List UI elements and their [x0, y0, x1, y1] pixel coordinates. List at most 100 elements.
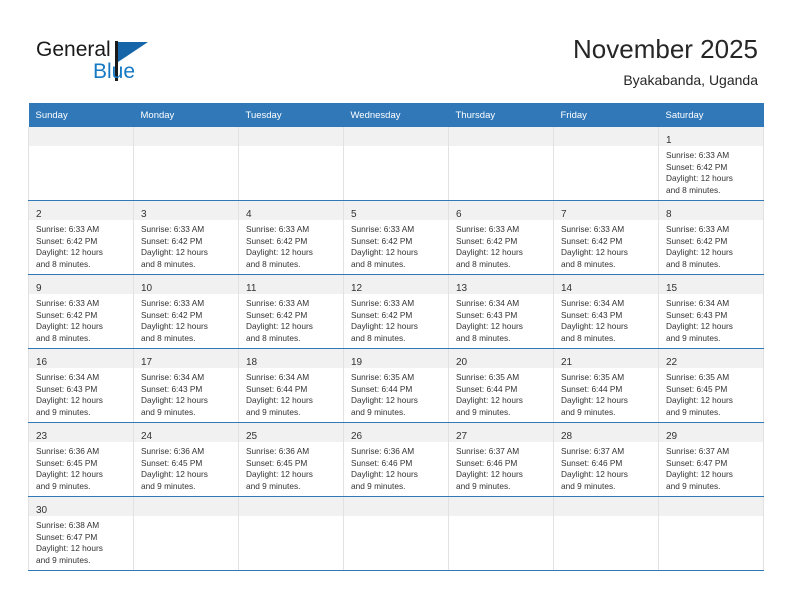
calendar-day-cell[interactable]: 20 Sunrise: 6:35 AM Sunset: 6:44 PM Dayligh…: [448, 348, 554, 423]
sunrise-text: Sunrise: 6:36 AM: [36, 446, 100, 456]
day-number: 23: [36, 431, 48, 442]
daylight-text-line2: and 9 minutes.: [351, 406, 406, 417]
calendar-day-cell[interactable]: 10 Sunrise: 6:33 AM Sunset: 6:42 PM Dayligh…: [133, 274, 239, 349]
calendar-day-cell[interactable]: 23 Sunrise: 6:36 AM Sunset: 6:45 PM Dayligh…: [28, 422, 134, 497]
day-details: Sunrise: 6:33 AM Sunset: 6:42 PM Daylight:…: [344, 220, 448, 270]
calendar-day-cell[interactable]: 9 Sunrise: 6:33 AM Sunset: 6:42 PM Daylight…: [28, 274, 134, 349]
day-cell-inner: 11 Sunrise: 6:33 AM Sunset: 6:42 PM Dayligh…: [239, 275, 343, 348]
calendar-cell-empty: [133, 496, 239, 571]
day-details: Sunrise: 6:35 AM Sunset: 6:44 PM Daylight:…: [554, 368, 658, 418]
weekday-label: Sunday: [35, 109, 68, 121]
calendar-cell-empty: [238, 496, 344, 571]
sunrise-text: Sunrise: 6:33 AM: [351, 224, 415, 234]
calendar-day-cell[interactable]: 28 Sunrise: 6:37 AM Sunset: 6:46 PM Dayligh…: [553, 422, 659, 497]
empty-date-band: [554, 127, 658, 146]
calendar-day-cell[interactable]: 13 Sunrise: 6:34 AM Sunset: 6:43 PM Dayligh…: [448, 274, 554, 349]
sunset-text: Sunset: 6:42 PM: [666, 161, 728, 172]
day-cell-inner: 27 Sunrise: 6:37 AM Sunset: 6:46 PM Dayligh…: [449, 423, 553, 496]
day-cell-inner: 13 Sunrise: 6:34 AM Sunset: 6:43 PM Dayligh…: [449, 275, 553, 348]
daylight-text-line2: and 9 minutes.: [666, 406, 721, 417]
calendar-day-cell[interactable]: 27 Sunrise: 6:37 AM Sunset: 6:46 PM Dayligh…: [448, 422, 554, 497]
calendar-cell-empty: [553, 127, 659, 201]
logo-text-blue: Blue: [93, 60, 136, 83]
calendar-day-cell[interactable]: 11 Sunrise: 6:33 AM Sunset: 6:42 PM Dayligh…: [238, 274, 344, 349]
date-band: 16: [29, 349, 133, 368]
calendar-day-cell[interactable]: 21 Sunrise: 6:35 AM Sunset: 6:44 PM Dayligh…: [553, 348, 659, 423]
calendar-day-cell[interactable]: 30 Sunrise: 6:38 AM Sunset: 6:47 PM Dayligh…: [28, 496, 134, 571]
day-cell-inner: 21 Sunrise: 6:35 AM Sunset: 6:44 PM Dayligh…: [554, 349, 658, 422]
calendar-day-cell[interactable]: 6 Sunrise: 6:33 AM Sunset: 6:42 PM Daylight…: [448, 200, 554, 275]
weekday-header-wednesday: Wednesday: [343, 103, 449, 127]
day-details: Sunrise: 6:34 AM Sunset: 6:43 PM Daylight:…: [659, 294, 763, 344]
weekday-label: Tuesday: [245, 109, 282, 121]
date-band: 5: [344, 201, 448, 220]
date-band: 14: [554, 275, 658, 294]
calendar-day-cell[interactable]: 18 Sunrise: 6:34 AM Sunset: 6:44 PM Dayligh…: [238, 348, 344, 423]
sunrise-text: Sunrise: 6:34 AM: [561, 298, 625, 308]
day-number: 1: [666, 135, 672, 146]
day-cell-inner: 5 Sunrise: 6:33 AM Sunset: 6:42 PM Daylight…: [344, 201, 448, 274]
sunrise-text: Sunrise: 6:34 AM: [456, 298, 520, 308]
date-band: 22: [659, 349, 763, 368]
day-details: Sunrise: 6:37 AM Sunset: 6:46 PM Daylight:…: [449, 442, 553, 492]
day-cell-inner: [344, 497, 448, 570]
day-details: Sunrise: 6:33 AM Sunset: 6:42 PM Daylight:…: [659, 220, 763, 270]
daylight-text-line2: and 9 minutes.: [36, 554, 91, 565]
general-blue-logo[interactable]: General Blue: [36, 38, 236, 90]
date-band: 11: [239, 275, 343, 294]
calendar-day-cell[interactable]: 5 Sunrise: 6:33 AM Sunset: 6:42 PM Daylight…: [343, 200, 449, 275]
calendar-day-cell[interactable]: 7 Sunrise: 6:33 AM Sunset: 6:42 PM Daylight…: [553, 200, 659, 275]
day-cell-inner: [134, 497, 238, 570]
date-band: 20: [449, 349, 553, 368]
calendar-day-cell[interactable]: 1 Sunrise: 6:33 AM Sunset: 6:42 PM Daylight…: [658, 127, 764, 201]
calendar-day-cell[interactable]: 12 Sunrise: 6:33 AM Sunset: 6:42 PM Dayligh…: [343, 274, 449, 349]
daylight-text-line2: and 8 minutes.: [141, 258, 196, 269]
date-band: 8: [659, 201, 763, 220]
calendar-cell-empty: [553, 496, 659, 571]
day-cell-inner: 14 Sunrise: 6:34 AM Sunset: 6:43 PM Dayligh…: [554, 275, 658, 348]
calendar-day-cell[interactable]: 4 Sunrise: 6:33 AM Sunset: 6:42 PM Daylight…: [238, 200, 344, 275]
daylight-text-line1: Daylight: 12 hours: [36, 395, 103, 406]
calendar-day-cell[interactable]: 8 Sunrise: 6:33 AM Sunset: 6:42 PM Daylight…: [658, 200, 764, 275]
calendar-day-cell[interactable]: 15 Sunrise: 6:34 AM Sunset: 6:43 PM Dayligh…: [658, 274, 764, 349]
daylight-text-line1: Daylight: 12 hours: [456, 469, 523, 480]
date-band: 19: [344, 349, 448, 368]
calendar-day-cell[interactable]: 14 Sunrise: 6:34 AM Sunset: 6:43 PM Dayligh…: [553, 274, 659, 349]
sunset-text: Sunset: 6:42 PM: [561, 235, 623, 246]
calendar-day-cell[interactable]: 29 Sunrise: 6:37 AM Sunset: 6:47 PM Dayligh…: [658, 422, 764, 497]
calendar-day-cell[interactable]: 22 Sunrise: 6:35 AM Sunset: 6:45 PM Dayligh…: [658, 348, 764, 423]
calendar-day-cell[interactable]: 3 Sunrise: 6:33 AM Sunset: 6:42 PM Daylight…: [133, 200, 239, 275]
sunset-text: Sunset: 6:43 PM: [561, 309, 623, 320]
sunrise-text: Sunrise: 6:34 AM: [246, 372, 310, 382]
calendar-day-cell[interactable]: 17 Sunrise: 6:34 AM Sunset: 6:43 PM Dayligh…: [133, 348, 239, 423]
sunrise-text: Sunrise: 6:34 AM: [666, 298, 730, 308]
sunset-text: Sunset: 6:42 PM: [666, 235, 728, 246]
day-details: Sunrise: 6:33 AM Sunset: 6:42 PM Daylight:…: [344, 294, 448, 344]
daylight-text-line1: Daylight: 12 hours: [141, 321, 208, 332]
daylight-text-line2: and 8 minutes.: [36, 258, 91, 269]
sunrise-text: Sunrise: 6:33 AM: [246, 224, 310, 234]
calendar-day-cell[interactable]: 2 Sunrise: 6:33 AM Sunset: 6:42 PM Daylight…: [28, 200, 134, 275]
calendar-body: 1 Sunrise: 6:33 AM Sunset: 6:42 PM Daylight…: [28, 127, 764, 571]
calendar-day-cell[interactable]: 24 Sunrise: 6:36 AM Sunset: 6:45 PM Dayligh…: [133, 422, 239, 497]
daylight-text-line1: Daylight: 12 hours: [666, 469, 733, 480]
daylight-text-line1: Daylight: 12 hours: [561, 321, 628, 332]
daylight-text-line2: and 9 minutes.: [666, 332, 721, 343]
day-details: Sunrise: 6:36 AM Sunset: 6:45 PM Daylight:…: [134, 442, 238, 492]
day-details: Sunrise: 6:33 AM Sunset: 6:42 PM Daylight:…: [449, 220, 553, 270]
calendar-day-cell[interactable]: 25 Sunrise: 6:36 AM Sunset: 6:45 PM Dayligh…: [238, 422, 344, 497]
calendar-day-cell[interactable]: 26 Sunrise: 6:36 AM Sunset: 6:46 PM Dayligh…: [343, 422, 449, 497]
daylight-text-line1: Daylight: 12 hours: [666, 173, 733, 184]
date-band: 28: [554, 423, 658, 442]
calendar-head: Sunday Monday Tuesday Wednesday Thursday…: [28, 103, 764, 127]
sunrise-text: Sunrise: 6:36 AM: [141, 446, 205, 456]
calendar-week-row: 16 Sunrise: 6:34 AM Sunset: 6:43 PM Dayligh…: [28, 348, 764, 423]
calendar-cell-empty: [343, 127, 449, 201]
calendar-day-cell[interactable]: 19 Sunrise: 6:35 AM Sunset: 6:44 PM Dayligh…: [343, 348, 449, 423]
sunset-text: Sunset: 6:43 PM: [456, 309, 518, 320]
logo-text-general: General: [36, 38, 111, 61]
calendar-day-cell[interactable]: 16 Sunrise: 6:34 AM Sunset: 6:43 PM Dayligh…: [28, 348, 134, 423]
daylight-text-line1: Daylight: 12 hours: [36, 247, 103, 258]
sunrise-text: Sunrise: 6:33 AM: [666, 224, 730, 234]
daylight-text-line1: Daylight: 12 hours: [141, 395, 208, 406]
